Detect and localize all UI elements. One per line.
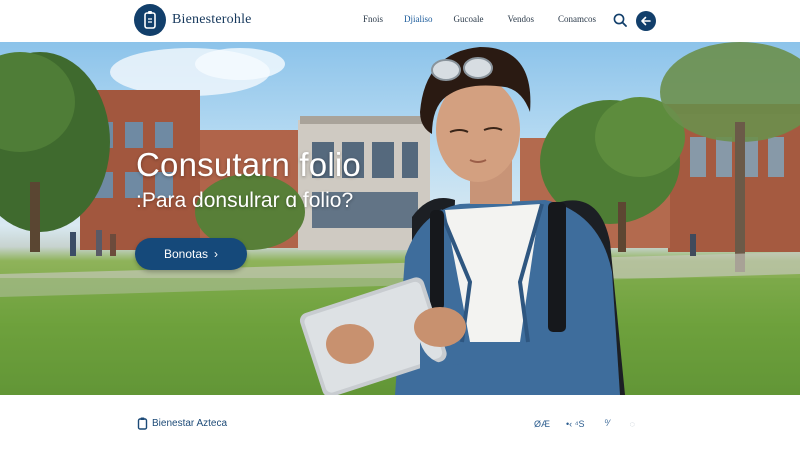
hero-title: Consutarn folio <box>136 146 361 183</box>
social-icon-4[interactable]: ◌ <box>630 419 635 429</box>
footer-brand[interactable]: Bienestar Azteca <box>137 417 227 430</box>
footer-social-icons: ØÆ •‹ ⁴S ⁰⁄ ◌ <box>534 418 635 429</box>
hero-photo <box>0 42 800 395</box>
nav-item-4[interactable]: Vendos <box>508 14 535 24</box>
footer-logo-icon <box>137 417 148 430</box>
footer: Bienestar Azteca ØÆ •‹ ⁴S ⁰⁄ ◌ <box>0 395 800 450</box>
chevron-right-icon: › <box>214 247 219 261</box>
site-logo[interactable]: Bienesterohle <box>134 4 252 36</box>
hero-subtitle: :Para donsulrar ɑ folio? <box>136 189 354 212</box>
footer-brand-text: Bienestar Azteca <box>152 418 228 429</box>
nav-item-2[interactable]: Djialiso <box>404 14 433 24</box>
logo-badge-icon <box>134 4 166 36</box>
nav-item-1[interactable]: Fnois <box>363 14 383 24</box>
hero-banner: Consutarn folio :Para donsulrar ɑ folio?… <box>0 42 800 395</box>
nav-item-5[interactable]: Conamcos <box>558 14 596 24</box>
cta-button-label: Bonotas <box>163 247 209 261</box>
nav-item-3[interactable]: Gucoale <box>454 14 484 24</box>
social-icon-1[interactable]: ØÆ <box>534 419 550 429</box>
social-icon-2[interactable]: •‹ ⁴S <box>566 419 585 429</box>
search-icon[interactable] <box>612 12 628 28</box>
main-nav: Fnois Djialiso Gucoale Vendos Conamcos <box>360 14 596 24</box>
arrow-left-icon[interactable] <box>636 11 656 31</box>
cta-button[interactable]: Bonotas › <box>135 238 247 270</box>
logo-text: Bienesterohle <box>172 12 252 27</box>
top-navbar: Bienesterohle Fnois Djialiso Gucoale Ven… <box>0 0 800 43</box>
social-icon-3[interactable]: ⁰⁄ <box>605 418 610 429</box>
